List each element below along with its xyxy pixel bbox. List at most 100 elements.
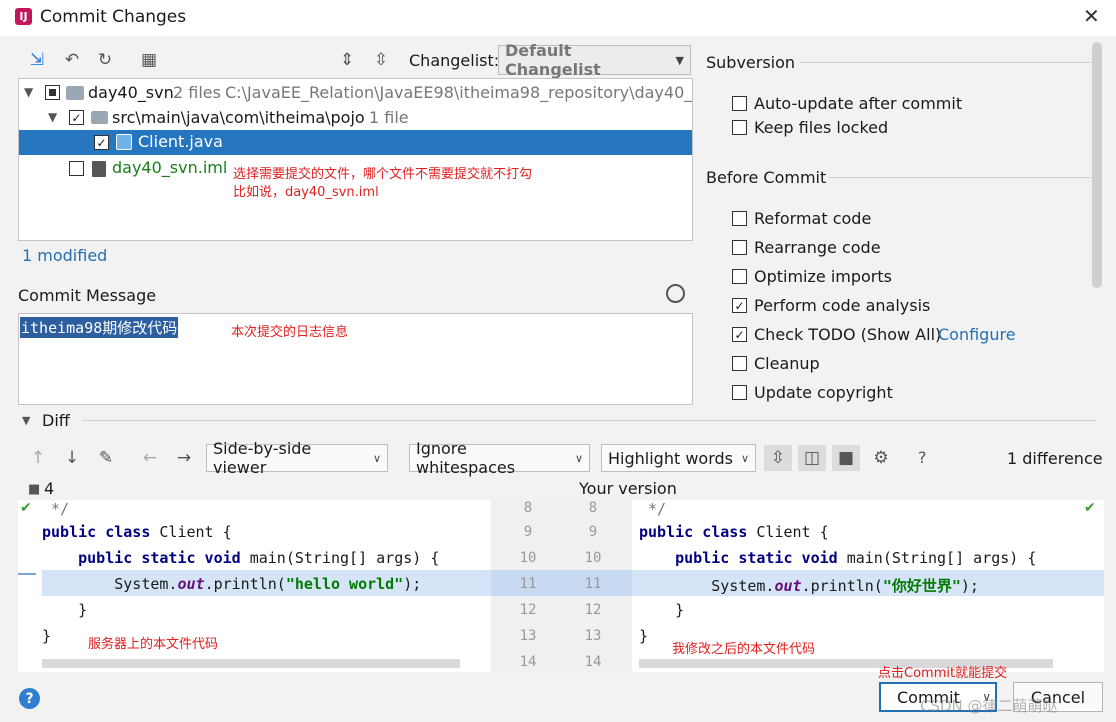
chevron-down-icon: ▼ <box>675 53 684 67</box>
line-number: 10 <box>519 550 537 566</box>
lock-icon[interactable]: ■ <box>832 445 860 471</box>
copyright-checkbox[interactable] <box>732 385 747 400</box>
diff-title: Diff <box>42 411 70 430</box>
folder-icon <box>66 86 84 100</box>
keep-locked-checkbox[interactable] <box>732 120 747 135</box>
edit-icon[interactable]: ✎ <box>95 447 117 469</box>
right-title: Your version <box>579 479 677 498</box>
line-number: 9 <box>523 524 533 540</box>
left-hscrollbar[interactable] <box>42 659 460 668</box>
tree-annotation-2: 比如说，day40_svn.iml <box>233 185 379 200</box>
root-checkbox[interactable] <box>45 85 60 100</box>
whitespace-value: Ignore whitespaces <box>416 439 516 477</box>
viewer-value: Side-by-side viewer <box>213 439 312 477</box>
expand-root-icon[interactable]: ▼ <box>24 85 33 99</box>
code-line: public static void main(String[] args) { <box>675 549 1037 567</box>
commit-message-input[interactable]: itheima98期修改代码 本次提交的日志信息 <box>18 313 693 405</box>
line-number: 13 <box>584 628 602 644</box>
cleanup-checkbox[interactable] <box>732 356 747 371</box>
line-number: 11 <box>519 576 537 592</box>
collapse-all-icon[interactable]: ⇳ <box>370 49 392 71</box>
file-tree: ▼ day40_svn 2 files C:\JavaEE_Relation\J… <box>18 78 693 241</box>
sync-scroll-icon[interactable]: ◫ <box>798 445 826 471</box>
right-scrollbar[interactable] <box>1092 42 1102 288</box>
refresh-icon[interactable]: ↻ <box>94 49 116 71</box>
whitespace-dropdown[interactable]: Ignore whitespaces ∨ <box>409 439 590 477</box>
analysis-checkbox[interactable]: ✓ <box>732 298 747 313</box>
auto-update-checkbox[interactable] <box>732 96 747 111</box>
code-line: } <box>42 627 52 645</box>
client-checkbox[interactable]: ✓ <box>94 135 109 150</box>
line-number: 11 <box>584 576 602 592</box>
changed-code-line: System.out.println("你好世界"); <box>639 577 979 595</box>
prev-diff-icon[interactable]: ↑ <box>27 447 49 469</box>
root-name[interactable]: day40_svn <box>88 83 174 102</box>
root-path: C:\JavaEE_Relation\JavaEE98\itheima98_re… <box>225 83 693 102</box>
line-number: 14 <box>519 654 537 670</box>
folder-count: 1 file <box>369 108 409 127</box>
java-file-icon <box>116 134 132 150</box>
title-bar: IJ Commit Changes ✕ <box>0 0 1116 36</box>
diff-collapse-icon[interactable]: ▼ <box>22 414 30 427</box>
folder-name[interactable]: src\main\java\com\itheima\pojo <box>112 108 365 127</box>
before-commit-title: Before Commit <box>706 168 827 187</box>
right-annotation: 我修改之后的本文件代码 <box>672 642 816 657</box>
commit-annotation: 点击Commit就能提交 <box>878 666 1008 681</box>
iml-file-icon <box>92 161 106 177</box>
code-line: */ <box>42 500 70 518</box>
check-icon: ✔ <box>20 500 32 516</box>
chevron-down-icon: ∨ <box>740 451 749 465</box>
history-icon[interactable] <box>666 284 685 303</box>
line-number: 13 <box>519 628 537 644</box>
back-arrow-icon[interactable]: ← <box>139 447 161 469</box>
configure-link[interactable]: Configure <box>938 325 1016 344</box>
help-button[interactable]: ? <box>918 448 927 467</box>
group-by-icon[interactable]: ▦ <box>138 49 160 71</box>
todo-checkbox[interactable]: ✓ <box>732 327 747 342</box>
changed-code-line: System.out.println("hello world"); <box>42 575 422 593</box>
next-diff-icon[interactable]: ↓ <box>61 447 83 469</box>
settings-gear-icon[interactable]: ⚙ <box>870 447 892 469</box>
commit-message-annotation: 本次提交的日志信息 <box>231 325 349 340</box>
code-line: public class Client { <box>42 523 232 541</box>
viewer-dropdown[interactable]: Side-by-side viewer ∨ <box>206 439 388 477</box>
window-title: Commit Changes <box>40 7 187 27</box>
expand-folder-icon[interactable]: ▼ <box>48 110 57 124</box>
iml-checkbox[interactable] <box>69 161 84 176</box>
iml-name[interactable]: day40_svn.iml <box>112 158 227 177</box>
code-line: */ <box>639 500 667 518</box>
changelist-label: Changelist: <box>409 51 500 70</box>
expand-all-icon[interactable]: ⇕ <box>336 49 358 71</box>
reformat-checkbox[interactable] <box>732 211 747 226</box>
lock-small-icon: ■ <box>28 482 41 497</box>
client-name: Client.java <box>138 132 223 151</box>
rearrange-checkbox[interactable] <box>732 240 747 255</box>
changelist-dropdown[interactable]: Default Changelist ▼ <box>498 41 691 79</box>
left-annotation: 服务器上的本文件代码 <box>88 637 219 652</box>
app-icon: IJ <box>15 8 32 25</box>
file-row-client[interactable]: ✓ Client.java <box>19 130 692 155</box>
line-number: 8 <box>588 500 598 516</box>
left-revision: 4 <box>44 479 55 498</box>
line-number: 10 <box>584 550 602 566</box>
help-icon[interactable]: ? <box>19 688 40 709</box>
difference-count: 1 difference <box>1007 449 1103 468</box>
left-gutter-marker <box>18 573 36 575</box>
modified-link[interactable]: 1 modified <box>22 246 107 265</box>
line-number: 14 <box>584 654 602 670</box>
optimize-checkbox[interactable] <box>732 269 747 284</box>
commit-message-label: Commit Message <box>18 286 157 305</box>
close-icon[interactable]: ✕ <box>1083 4 1100 28</box>
line-number: 9 <box>588 524 598 540</box>
collapse-unchanged-icon[interactable]: ⇳ <box>764 445 792 471</box>
forward-arrow-icon[interactable]: → <box>173 447 195 469</box>
highlight-dropdown[interactable]: Highlight words ∨ <box>601 444 756 472</box>
diff-left-pane[interactable]: ✔ */ public class Client { public static… <box>18 500 491 672</box>
show-diff-icon[interactable]: ⇲ <box>26 49 48 71</box>
rollback-icon[interactable]: ↶ <box>61 49 83 71</box>
folder-checkbox[interactable]: ✓ <box>69 110 84 125</box>
code-line: public static void main(String[] args) { <box>78 549 440 567</box>
line-number: 12 <box>519 602 537 618</box>
chevron-down-icon: ∨ <box>574 451 583 465</box>
diff-right-pane[interactable]: ✔ */ public class Client { public static… <box>632 500 1104 672</box>
